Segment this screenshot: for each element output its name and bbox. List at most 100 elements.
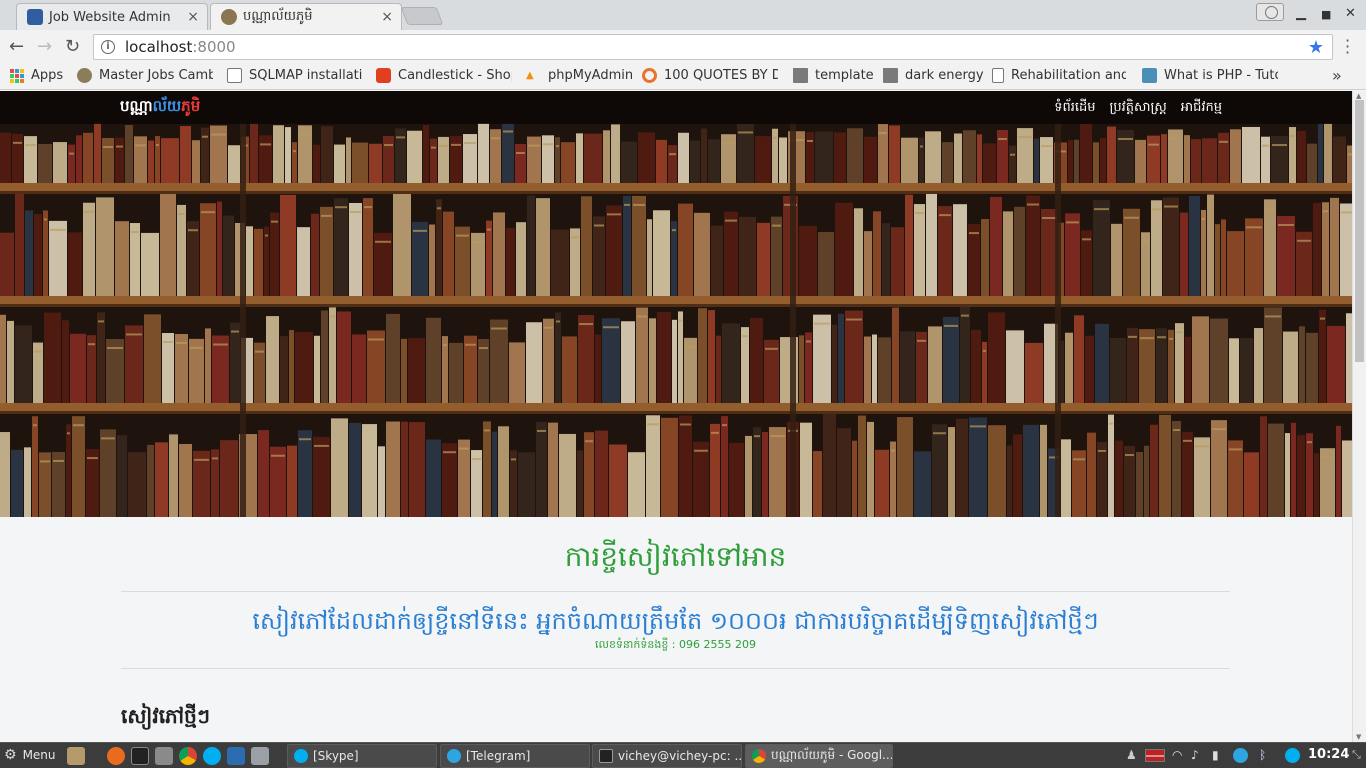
new-tab-button[interactable] — [400, 7, 444, 25]
app-launcher-icon[interactable] — [251, 747, 269, 765]
minimize-icon[interactable]: ▁ — [1296, 6, 1306, 21]
page-subheadline: សៀវភៅដែលដាក់ឲ្យខ្ចីនៅទីនេះ អ្នកចំណាយត្រឹ… — [252, 607, 1099, 635]
nav-link-history[interactable]: ប្រវត្តិសាស្ត្រ — [1109, 99, 1166, 118]
terminal-launcher-icon[interactable] — [131, 747, 149, 765]
show-desktop-icon[interactable]: ⤡ — [1352, 748, 1361, 762]
reload-icon[interactable]: ↻ — [65, 36, 80, 57]
back-icon[interactable]: ← — [9, 36, 24, 57]
bookmarks-bar: Apps Master Jobs Cambo SQLMAP installati… — [0, 63, 1366, 90]
phpmyadmin-icon: ▲ — [526, 70, 534, 81]
bookmark-folder-dark-energy[interactable]: dark energy — [883, 68, 984, 83]
firefox-launcher-icon[interactable] — [107, 747, 125, 765]
folder-icon — [883, 68, 898, 83]
shelf-shade — [0, 91, 1352, 517]
nav-link-home[interactable]: ទំព័រដើម — [1054, 99, 1095, 118]
telegram-icon — [447, 749, 461, 763]
bookmark-label: Master Jobs Cambo — [99, 68, 213, 83]
page-icon — [227, 68, 242, 83]
user-icon[interactable]: ♟ — [1126, 748, 1137, 762]
bookmark-apps[interactable]: Apps — [10, 68, 63, 83]
bookmark-rehabilitation[interactable]: Rehabilitation and — [992, 68, 1126, 83]
close-tab-icon[interactable]: × — [381, 9, 393, 25]
skype-tray-icon[interactable] — [1285, 748, 1300, 763]
main-content: ការខ្ចីសៀវភៅទៅអាន សៀវភៅដែលដាក់ឲ្យខ្ចីនៅទ… — [121, 517, 1230, 733]
bookmark-master-jobs[interactable]: Master Jobs Cambo — [77, 68, 213, 83]
chrome-launcher-icon[interactable] — [179, 747, 197, 765]
shop-favicon-icon — [376, 68, 391, 83]
scrollbar-thumb[interactable] — [1355, 100, 1364, 362]
bookmark-label: Apps — [31, 68, 64, 83]
skype-icon — [294, 749, 308, 763]
taskbar-item-telegram[interactable]: [Telegram] — [440, 744, 590, 768]
page-viewport: បណ្ណាល័យភូមិ ទំព័រដើម ប្រវត្តិសាស្ត្រ អា… — [0, 91, 1352, 742]
taskbar-clock: 10:24 — [1308, 747, 1350, 762]
bookmark-sqlmap[interactable]: SQLMAP installatio — [227, 68, 363, 83]
tab-title: Job Website Admin — [49, 9, 171, 25]
bookshelf-illustration — [0, 91, 1352, 517]
skype-launcher-icon[interactable] — [203, 747, 221, 765]
bookmarks-overflow-icon[interactable]: » — [1332, 66, 1342, 85]
quotes-favicon-icon — [642, 68, 657, 83]
url-port: :8000 — [192, 38, 236, 56]
bookmark-label: dark energy — [905, 68, 984, 83]
file-manager-launcher-icon[interactable] — [67, 747, 85, 765]
url-host: localhost — [125, 38, 193, 56]
start-menu-button[interactable]: ⚙ Menu — [4, 747, 56, 763]
os-taskbar: ⚙ Menu [Skype] [Telegram] vichey@vichey-… — [0, 742, 1366, 768]
chrome-icon — [752, 749, 766, 763]
site-nav-links: ទំព័រដើម ប្រវត្តិសាស្ត្រ អាជីវកម្ម — [1054, 99, 1222, 118]
tab-strip: Job Website Admin × បណ្ណាល័យភូមិ × ▁ ■ ✕ — [0, 0, 1366, 30]
folder-launcher-icon[interactable] — [155, 747, 173, 765]
gear-icon: ⚙ — [4, 747, 17, 763]
wifi-icon[interactable]: ◠ — [1172, 748, 1182, 762]
taskbar-item-terminal[interactable]: vichey@vichey-pc: ... — [592, 744, 742, 768]
tab-library[interactable]: បណ្ណាល័យភូមិ × — [210, 3, 402, 30]
scroll-down-icon[interactable]: ▼ — [1356, 733, 1361, 741]
bookmark-star-icon[interactable]: ★ — [1308, 37, 1324, 58]
telegram-tray-icon[interactable] — [1233, 748, 1248, 763]
contact-phone: លេខទំនាក់ទំនងខ្ចី : 096 2555 209 — [595, 638, 756, 651]
maximize-icon[interactable]: ■ — [1321, 8, 1331, 21]
profile-icon[interactable] — [1256, 3, 1284, 21]
bookmark-label: Rehabilitation and — [1011, 68, 1126, 83]
bookmark-label: template — [815, 68, 874, 83]
scroll-up-icon[interactable]: ▲ — [1356, 92, 1361, 100]
bookmark-quotes[interactable]: 100 QUOTES BY D( — [642, 68, 778, 83]
tab-job-website-admin[interactable]: Job Website Admin × — [16, 3, 208, 30]
us-flag-icon[interactable] — [1145, 749, 1165, 762]
site-navbar: បណ្ណាល័យភូមិ ទំព័រដើម ប្រវត្តិសាស្ត្រ អា… — [0, 91, 1352, 124]
vscode-launcher-icon[interactable] — [227, 747, 245, 765]
nav-link-business[interactable]: អាជីវកម្ម — [1181, 99, 1222, 118]
bookmark-label: What is PHP - Tutor — [1164, 68, 1278, 83]
bookmark-label: phpMyAdmin — [548, 68, 634, 83]
address-bar[interactable]: i localhost:8000 ★ — [93, 34, 1333, 60]
forward-icon[interactable]: → — [37, 36, 52, 57]
page-icon — [992, 68, 1004, 83]
close-tab-icon[interactable]: × — [187, 9, 199, 25]
terminal-icon — [599, 749, 613, 763]
close-window-icon[interactable]: ✕ — [1345, 6, 1356, 21]
tab-favicon-icon — [27, 9, 43, 25]
bookmark-label: SQLMAP installatio — [249, 68, 363, 83]
volume-icon[interactable]: ♪ — [1191, 748, 1199, 762]
bookmark-phpmyadmin[interactable]: ▲ phpMyAdmin — [526, 68, 636, 83]
taskbar-item-chrome[interactable]: បណ្ណាល័យភូមិ - Googl... — [745, 744, 893, 768]
bookmark-folder-template[interactable]: template — [793, 68, 874, 83]
taskbar-item-skype[interactable]: [Skype] — [287, 744, 437, 768]
bookmark-what-is-php[interactable]: What is PHP - Tutor — [1142, 68, 1278, 83]
battery-icon[interactable]: ▮ — [1212, 748, 1219, 762]
apps-grid-icon — [10, 68, 24, 83]
bluetooth-icon[interactable]: ᛒ — [1259, 748, 1266, 762]
browser-menu-icon[interactable]: · · · — [1345, 33, 1350, 61]
tutorial-favicon-icon — [1142, 68, 1157, 83]
folder-icon — [793, 68, 808, 83]
section-title-new-books: សៀវភៅថ្មីៗ — [121, 704, 210, 728]
tab-favicon-icon — [221, 9, 237, 25]
divider — [121, 668, 1230, 669]
info-icon[interactable]: i — [101, 40, 115, 54]
tab-title: បណ្ណាល័យភូមិ — [243, 8, 313, 24]
page-scrollbar[interactable]: ▲ ▼ — [1352, 91, 1366, 742]
bookmark-candlestick[interactable]: Candlestick - Shop — [376, 68, 512, 83]
divider — [121, 591, 1230, 592]
site-brand-logo[interactable]: បណ្ណាល័យភូមិ — [120, 97, 200, 119]
